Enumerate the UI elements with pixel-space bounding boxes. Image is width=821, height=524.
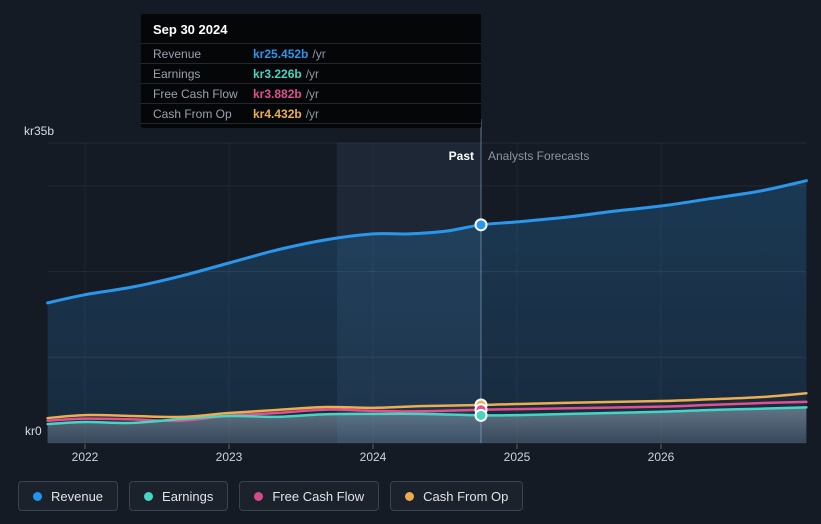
tooltip-row-label: Cash From Op xyxy=(153,106,232,121)
tooltip-row-value: kr3.226b xyxy=(253,66,302,81)
tooltip-row-suffix: /yr xyxy=(305,106,320,121)
y-axis-label-max: kr35b xyxy=(24,124,55,138)
tooltip-row: Cash From Op kr4.432b/yr xyxy=(141,104,481,124)
earnings-dot-icon xyxy=(144,491,154,501)
legend-item-label: Revenue xyxy=(51,488,104,504)
legend-item-label: Earnings xyxy=(162,488,214,504)
tooltip-row-suffix: /yr xyxy=(312,46,326,61)
tooltip-row-value: kr25.452b xyxy=(253,46,309,61)
tooltip-row-suffix: /yr xyxy=(305,66,320,81)
x-axis-tick-label: 2026 xyxy=(647,450,675,464)
tooltip-row: Revenue kr25.452b/yr xyxy=(141,44,481,64)
legend-item-cash-from-op[interactable]: Cash From Op xyxy=(390,481,524,511)
legend-item-label: Cash From Op xyxy=(423,488,509,504)
tooltip-row-label: Earnings xyxy=(153,66,201,81)
highlight-band xyxy=(337,143,481,443)
revenue-marker xyxy=(474,218,488,232)
cash-from-op-dot-icon xyxy=(405,491,415,501)
tooltip-row: Earnings kr3.226b/yr xyxy=(141,64,481,84)
revenue-dot-icon xyxy=(33,491,42,501)
legend-item-revenue[interactable]: Revenue xyxy=(18,481,119,511)
tooltip-row-label: Free Cash Flow xyxy=(153,86,238,101)
tooltip: Sep 30 2024 Revenue kr25.452b/yr Earnings k… xyxy=(141,14,481,128)
free-cash-flow-dot-icon xyxy=(254,491,264,501)
past-label: Past xyxy=(448,149,474,163)
earnings-marker xyxy=(474,408,488,422)
tooltip-row-suffix: /yr xyxy=(305,86,320,101)
x-axis-tick-label: 2025 xyxy=(503,450,531,464)
financials-chart-panel: kr35b kr0 Past Analysts Forecasts 2022 20… xyxy=(0,0,821,524)
tooltip-row-label: Revenue xyxy=(153,46,202,61)
analysts-forecasts-label: Analysts Forecasts xyxy=(488,149,590,163)
x-axis-tick-label: 2024 xyxy=(359,450,387,464)
x-axis-tick-label: 2023 xyxy=(215,450,243,464)
tooltip-date: Sep 30 2024 xyxy=(141,14,481,44)
x-axis-tick-label: 2022 xyxy=(71,450,99,464)
legend-item-free-cash-flow[interactable]: Free Cash Flow xyxy=(239,481,380,511)
tooltip-row-value: kr3.882b xyxy=(253,86,302,101)
tooltip-row-value: kr4.432b xyxy=(253,106,302,121)
legend-item-label: Free Cash Flow xyxy=(272,488,365,504)
y-axis-label-zero: kr0 xyxy=(25,424,42,438)
tooltip-row: Free Cash Flow kr3.882b/yr xyxy=(141,84,481,104)
legend: Revenue Earnings Free Cash Flow Cash From O… xyxy=(18,481,524,511)
legend-item-earnings[interactable]: Earnings xyxy=(129,481,229,511)
